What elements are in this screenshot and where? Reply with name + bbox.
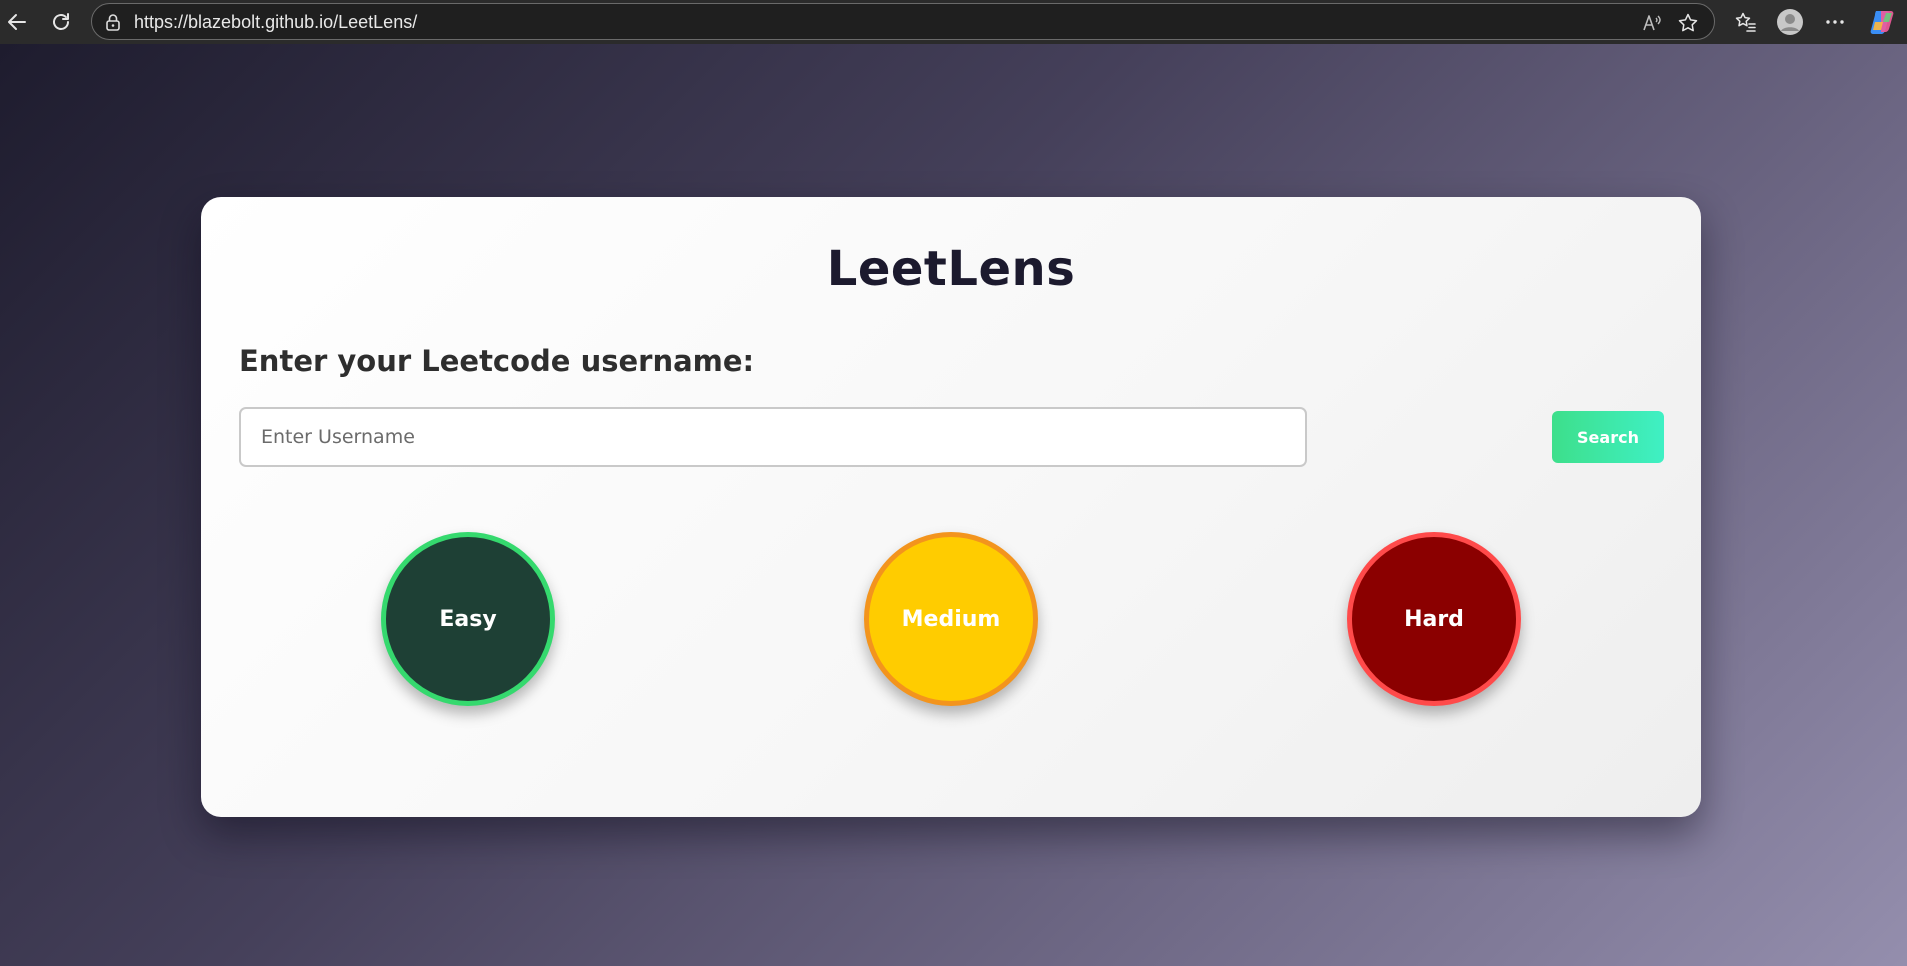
favorites-button[interactable]: [1731, 7, 1761, 37]
copilot-button[interactable]: [1868, 7, 1898, 37]
easy-label: Easy: [439, 606, 497, 632]
back-button[interactable]: [1, 6, 33, 38]
profile-button[interactable]: [1775, 7, 1805, 37]
medium-label: Medium: [901, 606, 1001, 632]
address-bar[interactable]: https://blazebolt.github.io/LeetLens/: [91, 3, 1715, 40]
hard-progress-circle: Hard: [1347, 532, 1521, 706]
easy-progress-circle: Easy: [381, 532, 555, 706]
read-aloud-icon[interactable]: [1641, 12, 1663, 34]
profile-icon: [1777, 9, 1803, 35]
copilot-icon: [1870, 11, 1894, 34]
lock-icon[interactable]: [104, 13, 122, 31]
app-title: LeetLens: [826, 241, 1076, 297]
search-button[interactable]: Search: [1552, 411, 1664, 463]
medium-progress-circle: Medium: [864, 532, 1038, 706]
browser-toolbar: https://blazebolt.github.io/LeetLens/: [0, 0, 1907, 44]
hard-label: Hard: [1404, 606, 1464, 632]
page-background: LeetLens Enter your Leetcode username: S…: [0, 44, 1907, 966]
main-card: LeetLens Enter your Leetcode username: S…: [201, 197, 1701, 817]
username-label: Enter your Leetcode username:: [239, 344, 755, 378]
more-button[interactable]: [1820, 7, 1850, 37]
username-input[interactable]: [239, 407, 1307, 467]
star-icon[interactable]: [1677, 12, 1699, 34]
favorites-icon: [1735, 12, 1756, 32]
refresh-button[interactable]: [45, 6, 77, 38]
more-icon: [1826, 20, 1844, 24]
address-url[interactable]: https://blazebolt.github.io/LeetLens/: [134, 4, 417, 40]
refresh-icon: [53, 13, 69, 30]
back-arrow-icon: [8, 14, 26, 30]
